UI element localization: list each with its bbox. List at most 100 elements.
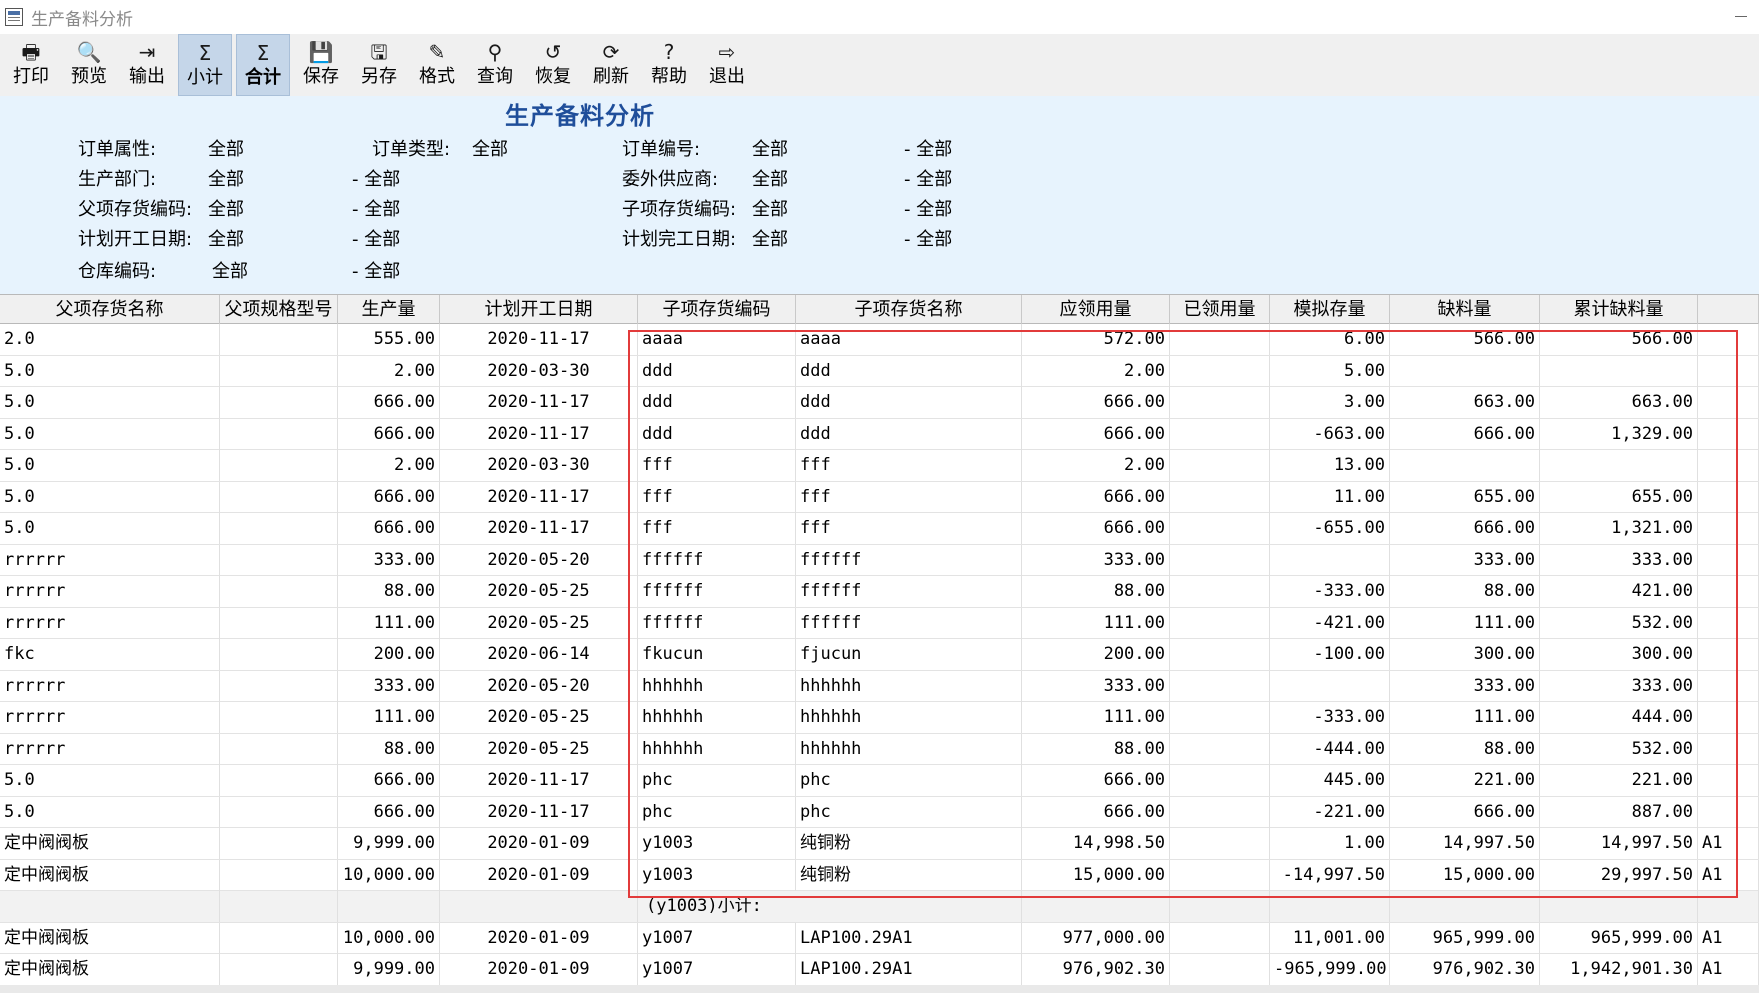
- cell-cname: 纯铜粉: [796, 828, 1022, 859]
- cell-req: 2.00: [1022, 355, 1170, 387]
- cell-extra: [1698, 607, 1759, 639]
- help-button[interactable]: ? 帮助: [642, 34, 696, 96]
- save-as-button[interactable]: 🖫 另存: [352, 34, 406, 96]
- table-row[interactable]: 5.0 2.00 2020-03-30 fff fff 2.00 13.00: [0, 450, 1759, 482]
- cell-sim: -100.00: [1270, 639, 1390, 670]
- order-type-label: 订单类型:: [372, 139, 451, 160]
- cell-used: [1170, 418, 1270, 450]
- cell-sim: -965,999.00: [1270, 954, 1390, 985]
- table-row[interactable]: 2.0 555.00 2020-11-17 aaaa aaaa 572.00 6.00 566…: [0, 324, 1759, 356]
- table-row[interactable]: fkc 200.00 2020-06-14 fkucun fjucun 200.00 -10…: [0, 639, 1759, 671]
- print-button[interactable]: 🖶 打印: [4, 34, 58, 96]
- table-row[interactable]: 5.0 666.00 2020-11-17 fff fff 666.00 -655.00 66…: [0, 513, 1759, 545]
- column-header[interactable]: 生产量: [338, 295, 440, 324]
- column-header[interactable]: 父项规格型号: [220, 295, 338, 324]
- cell-pspec: [220, 544, 338, 576]
- cell-used: [1170, 639, 1270, 670]
- cell-pname: rrrrrr: [0, 670, 220, 702]
- subtotal-row[interactable]: (y1003)小计:: [0, 891, 1759, 923]
- export-label: 输出: [129, 66, 165, 87]
- exit-button[interactable]: ⇨ 退出: [700, 34, 754, 96]
- save-as-icon: 🖫: [370, 40, 388, 64]
- table-row[interactable]: rrrrrr 111.00 2020-05-25 ffffff ffffff 111.00…: [0, 607, 1759, 639]
- horizontal-scrollbar[interactable]: [0, 985, 1759, 993]
- table-row[interactable]: 5.0 666.00 2020-11-17 phc phc 666.00 445.00 221…: [0, 765, 1759, 797]
- cell-ccode: y1007: [638, 954, 796, 985]
- cell-short: 965,999.00: [1390, 922, 1540, 954]
- cell-date: 2020-06-14: [440, 639, 638, 670]
- subtotal-label: (y1003)小计:: [638, 891, 1022, 922]
- column-header[interactable]: 累计缺料量: [1540, 295, 1698, 324]
- minimize-icon[interactable]: [1735, 16, 1747, 17]
- cell-date: 2020-01-09: [440, 922, 638, 954]
- cell-pspec: [220, 733, 338, 765]
- cell-cum: 532.00: [1540, 733, 1698, 765]
- preview-button[interactable]: 🔍 预览: [62, 34, 116, 96]
- cell-date: 2020-11-17: [440, 765, 638, 796]
- refresh-button[interactable]: ⟳ 刷新: [584, 34, 638, 96]
- cell-pspec: [220, 355, 338, 387]
- cell-extra: [1698, 796, 1759, 828]
- column-header[interactable]: 模拟存量: [1270, 295, 1390, 324]
- table-row[interactable]: 定中阀阀板 9,999.00 2020-01-09 y1003 纯铜粉 14,998.50…: [0, 828, 1759, 860]
- column-header[interactable]: 已领用量: [1170, 295, 1270, 324]
- export-icon: ⇥: [138, 40, 156, 64]
- preview-label: 预览: [71, 66, 107, 87]
- table-row[interactable]: 5.0 666.00 2020-11-17 ddd ddd 666.00 -663.00 66…: [0, 418, 1759, 450]
- total-button[interactable]: Σ 合计: [236, 34, 290, 96]
- column-header-extra[interactable]: [1698, 295, 1759, 324]
- cell-sim: 13.00: [1270, 450, 1390, 481]
- cell-cum: 532.00: [1540, 607, 1698, 639]
- column-header[interactable]: 子项存货名称: [796, 295, 1022, 324]
- cell-cum: [1540, 355, 1698, 387]
- cell-pname: 5.0: [0, 450, 220, 481]
- cell-used: [1170, 324, 1270, 355]
- table-row[interactable]: 定中阀阀板 10,000.00 2020-01-09 y1003 纯铜粉 15,000.0…: [0, 859, 1759, 891]
- cell-ccode: ffffff: [638, 544, 796, 576]
- cell-cum: 663.00: [1540, 387, 1698, 418]
- table-row[interactable]: 5.0 2.00 2020-03-30 ddd ddd 2.00 5.00: [0, 355, 1759, 387]
- table-row[interactable]: 5.0 666.00 2020-11-17 ddd ddd 666.00 3.00 663.0…: [0, 387, 1759, 419]
- table-row[interactable]: 5.0 666.00 2020-11-17 phc phc 666.00 -221.00 66…: [0, 796, 1759, 828]
- table-row[interactable]: rrrrrr 88.00 2020-05-25 ffffff ffffff 88.00 -3…: [0, 576, 1759, 608]
- export-button[interactable]: ⇥ 输出: [120, 34, 174, 96]
- cell-sim: [1270, 544, 1390, 576]
- table-row[interactable]: 定中阀阀板 10,000.00 2020-01-09 y1007 LAP100.29A1…: [0, 922, 1759, 954]
- column-header[interactable]: 子项存货编码: [638, 295, 796, 324]
- cell-short: 88.00: [1390, 576, 1540, 607]
- cell-pname: 定中阀阀板: [0, 859, 220, 891]
- cell-date: 2020-05-25: [440, 733, 638, 765]
- cell-cname: hhhhhh: [796, 733, 1022, 765]
- column-header[interactable]: 应领用量: [1022, 295, 1170, 324]
- restore-icon: ↺: [544, 40, 562, 64]
- column-header[interactable]: 计划开工日期: [440, 295, 638, 324]
- save-button[interactable]: 💾 保存: [294, 34, 348, 96]
- child-code-to: - 全部: [904, 199, 953, 220]
- table-row[interactable]: rrrrrr 333.00 2020-05-20 hhhhhh hhhhhh 333.00…: [0, 670, 1759, 702]
- toolbar: 🖶 打印 🔍 预览 ⇥ 输出 Σ 小计 Σ 合计 💾 保存 🖫 另存 ✎ 格式 ⚲ 查询 ↺ 恢复 ⟳ 刷新? 帮助 ⇨ 退出: [0, 34, 1759, 96]
- table-row[interactable]: rrrrrr 88.00 2020-05-25 hhhhhh hhhhhh 88.00 -4…: [0, 733, 1759, 765]
- column-header[interactable]: 父项存货名称: [0, 295, 220, 324]
- cell-pname: rrrrrr: [0, 733, 220, 765]
- query-label: 查询: [477, 66, 513, 87]
- plan-end-label: 计划完工日期:: [622, 229, 737, 250]
- format-button[interactable]: ✎ 格式: [410, 34, 464, 96]
- cell-short: 655.00: [1390, 481, 1540, 513]
- table-row[interactable]: 5.0 666.00 2020-11-17 fff fff 666.00 11.00 655.…: [0, 481, 1759, 513]
- column-header[interactable]: 缺料量: [1390, 295, 1540, 324]
- cell-used: [1170, 828, 1270, 859]
- report-title: 生产备料分析: [505, 102, 655, 130]
- order-no-to: - 全部: [904, 139, 953, 160]
- table-row[interactable]: 定中阀阀板 9,999.00 2020-01-09 y1007 LAP100.29A1 9…: [0, 954, 1759, 986]
- cell-date: 2020-05-20: [440, 670, 638, 702]
- restore-button[interactable]: ↺ 恢复: [526, 34, 580, 96]
- query-button[interactable]: ⚲ 查询: [468, 34, 522, 96]
- cell-used: [1170, 355, 1270, 387]
- cell-cname: LAP100.29A1: [796, 922, 1022, 954]
- table-row[interactable]: rrrrrr 111.00 2020-05-25 hhhhhh hhhhhh 111.00…: [0, 702, 1759, 734]
- subtotal-button[interactable]: Σ 小计: [178, 34, 232, 96]
- table-row[interactable]: rrrrrr 333.00 2020-05-20 ffffff ffffff 333.00…: [0, 544, 1759, 576]
- cell-date: 2020-11-17: [440, 796, 638, 828]
- cell-used: [1170, 954, 1270, 985]
- cell-used: [1170, 796, 1270, 828]
